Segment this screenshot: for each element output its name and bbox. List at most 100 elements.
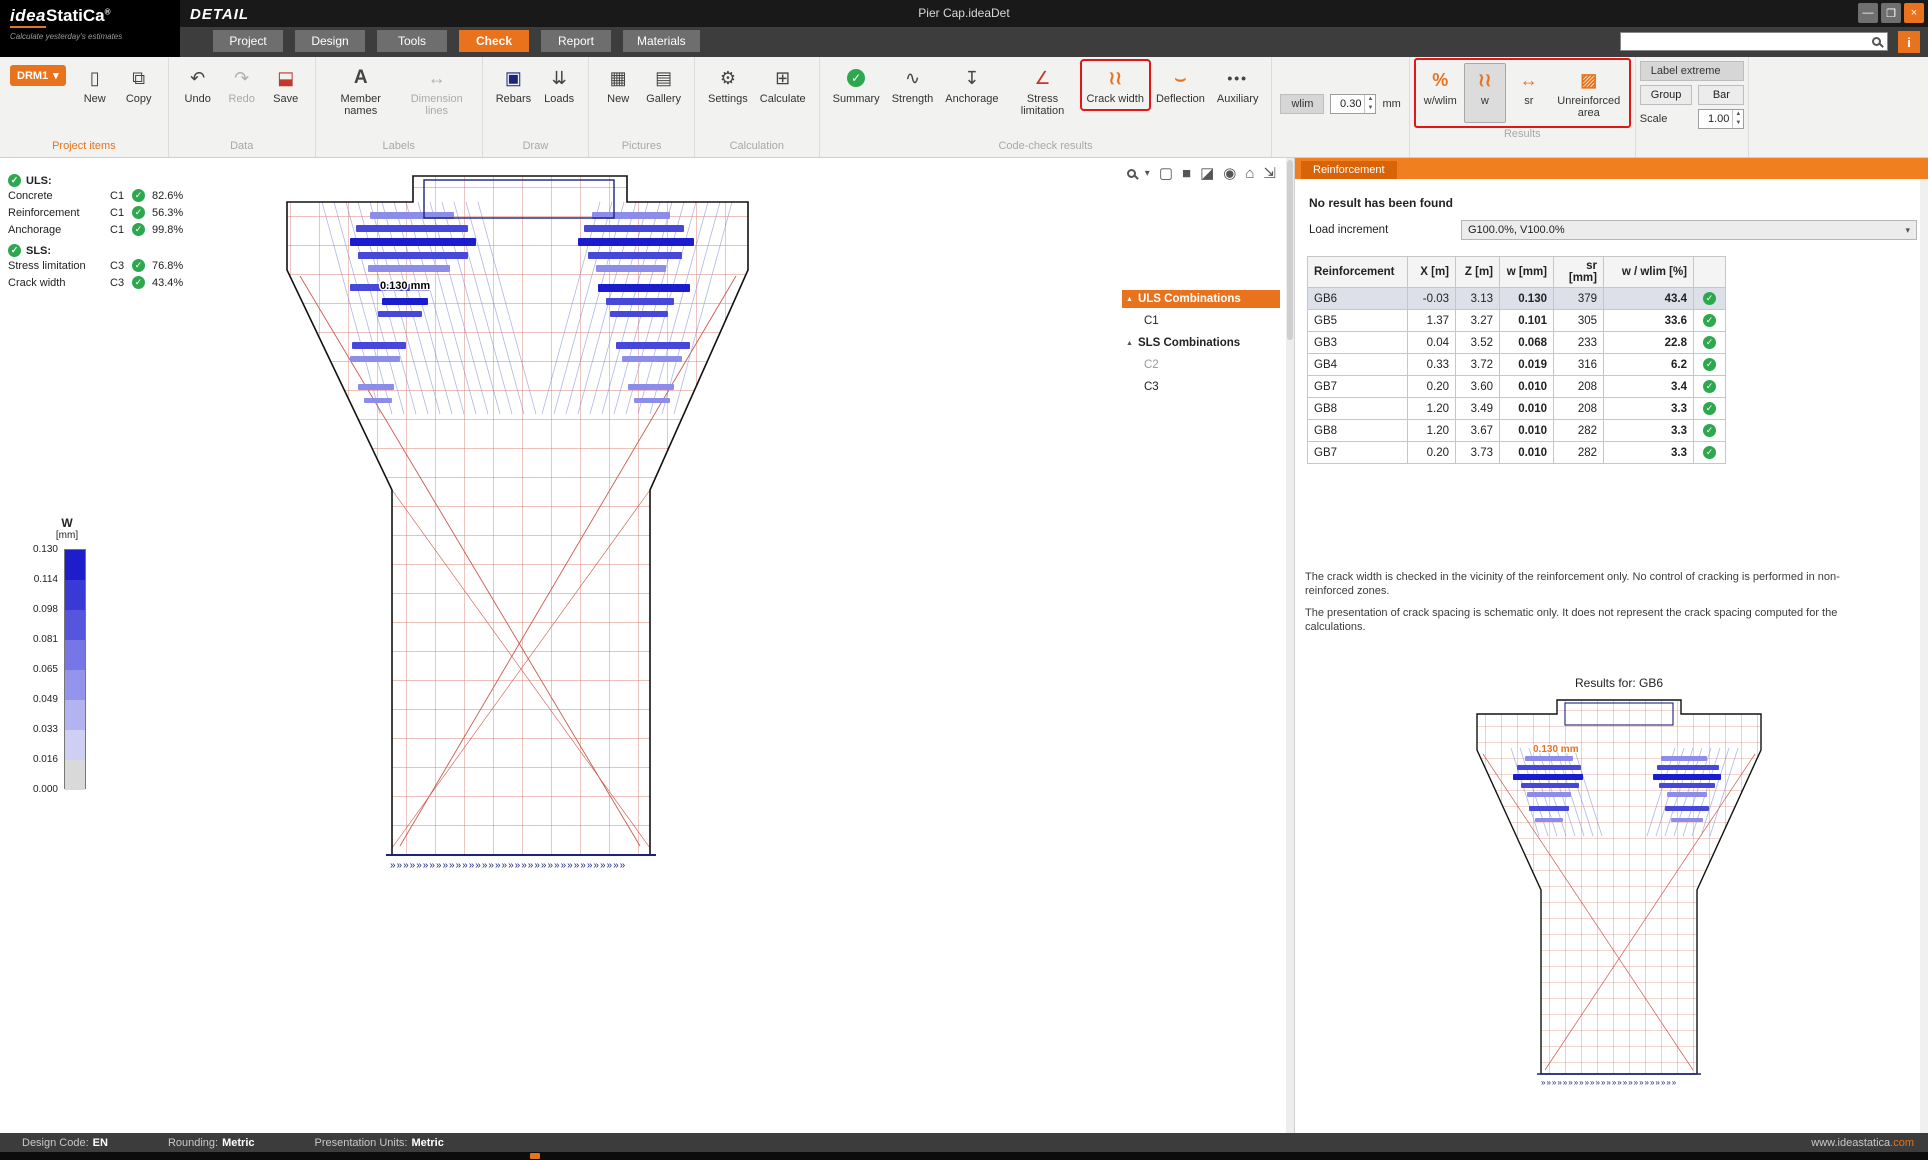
product-name: DETAIL <box>190 6 249 23</box>
deflection-button[interactable]: ⌣ Deflection <box>1151 61 1210 109</box>
sr-button[interactable]: ↔ sr <box>1508 63 1550 123</box>
stress-limitation-button[interactable]: ∠ Stress limitation <box>1006 61 1080 121</box>
result-detail-view[interactable]: »»»»»»»»»»»»»»»»»»»»»»»»» 0.130 mm <box>1469 694 1769 1107</box>
tab-materials[interactable]: Materials <box>623 30 700 52</box>
combinations-tree: ▲ULS Combinations C1 ▲SLS Combinations C2 C3 <box>1122 290 1280 400</box>
table-row[interactable]: GB81.203.670.0102823.3✓ <box>1308 420 1726 442</box>
load-increment-dropdown[interactable]: G100.0%, V100.0% ▾ <box>1461 220 1917 240</box>
rebars-button[interactable]: ▣ Rebars <box>491 61 536 109</box>
tree-item-c1[interactable]: C1 <box>1122 312 1280 330</box>
canvas-scrollbar[interactable] <box>1286 158 1294 1133</box>
window-title: Pier Cap.ideaDet <box>0 6 1928 20</box>
wlim-spinner[interactable]: 0.30 ▲ ▼ <box>1330 94 1376 114</box>
tree-item-sls-combinations[interactable]: ▲SLS Combinations <box>1122 334 1280 352</box>
new-picture-icon: ▦ <box>610 65 627 91</box>
chevron-down-icon: ▾ <box>1905 225 1910 236</box>
chevron-down-icon: ▾ <box>53 69 59 82</box>
crack-width-color-scale: W [mm] 0.1300.1140.0980.0810.0650.0490.0… <box>28 516 106 819</box>
redo-button[interactable]: ↷ Redo <box>221 61 263 109</box>
spin-down-icon[interactable]: ▼ <box>1733 119 1743 128</box>
restore-button[interactable]: ❐ <box>1881 3 1901 23</box>
undo-button[interactable]: ↶ Undo <box>177 61 219 109</box>
auxiliary-button[interactable]: ••• Auxiliary <box>1212 61 1264 109</box>
table-row[interactable]: GB81.203.490.0102083.3✓ <box>1308 398 1726 420</box>
group-draw: ▣ Rebars ⇊ Loads Draw <box>483 57 589 157</box>
member-names-button[interactable]: A Member names <box>324 61 398 121</box>
wireframe-view-icon[interactable]: ▢ <box>1159 164 1173 182</box>
dimension-lines-icon: ↔ <box>428 65 446 91</box>
pier-cap-drawing: »»»»»»»»»»»»»»»»»»»»»»»»»»»»»»»»»»»» 0.1… <box>0 158 1286 1133</box>
model-view[interactable]: »»»»»»»»»»»»»»»»»»»»»»»»»»»»»»»»»»»» 0.1… <box>0 158 1286 1133</box>
website-link[interactable]: www.ideastatica.com <box>1811 1137 1914 1149</box>
w-icon: ≀≀ <box>1478 67 1492 93</box>
table-row[interactable]: GB70.203.600.0102083.4✓ <box>1308 376 1726 398</box>
zoom-dropdown-chevron-icon[interactable]: ▾ <box>1145 168 1150 179</box>
minimize-button[interactable]: — <box>1858 3 1878 23</box>
thumbnail-crack-width-label: 0.130 mm <box>1533 744 1579 755</box>
group-results: % w/wlim ≀≀ w ↔ sr ▨ Unreinforced area R… <box>1410 57 1636 157</box>
spin-down-icon[interactable]: ▼ <box>1365 104 1375 113</box>
note-2: The presentation of crack spacing is sch… <box>1305 606 1871 634</box>
group-code-check-results: ✓ Summary ∿ Strength ↧ Anchorage ∠ Stres… <box>820 57 1273 157</box>
loads-button[interactable]: ⇊ Loads <box>538 61 580 109</box>
section-view-icon[interactable]: ◪ <box>1200 164 1214 182</box>
tree-item-c2[interactable]: C2 <box>1122 356 1280 374</box>
panel-scrollbar[interactable] <box>1920 179 1928 1133</box>
uls-title: ULS: <box>26 175 52 187</box>
anchorage-button[interactable]: ↧ Anchorage <box>940 61 1003 109</box>
app-logo: ideaStatiCa® Calculate yesterday's estim… <box>0 0 180 57</box>
tree-item-c3[interactable]: C3 <box>1122 378 1280 396</box>
crack-width-button[interactable]: ≀≀ Crack width <box>1082 61 1149 109</box>
tab-check[interactable]: Check <box>459 30 529 52</box>
shaded-view-icon[interactable]: ■ <box>1182 165 1191 182</box>
scale-spinner[interactable]: 1.00 ▲ ▼ <box>1698 109 1744 129</box>
gallery-icon: ▤ <box>655 65 672 91</box>
summary-button[interactable]: ✓ Summary <box>828 61 885 109</box>
fit-view-icon[interactable]: ⇲ <box>1263 164 1276 182</box>
calculate-button[interactable]: ⊞ Calculate <box>755 61 811 109</box>
drm-selector[interactable]: DRM1 ▾ <box>10 65 66 86</box>
search-input[interactable] <box>1621 34 1872 49</box>
sls-title: SLS: <box>26 245 51 257</box>
settings-button[interactable]: ⚙ Settings <box>703 61 753 109</box>
w-wlim-button[interactable]: % w/wlim <box>1419 63 1462 123</box>
table-row[interactable]: GB6-0.033.130.13037943.4✓ <box>1308 288 1726 310</box>
table-row[interactable]: GB70.203.730.0102823.3✓ <box>1308 442 1726 464</box>
visibility-icon[interactable]: ◉ <box>1223 164 1236 182</box>
close-button[interactable]: × <box>1904 3 1924 23</box>
results-panel: Reinforcement No result has been found L… <box>1294 158 1928 1133</box>
tab-tools[interactable]: Tools <box>377 30 447 52</box>
table-row[interactable]: GB40.333.720.0193166.2✓ <box>1308 354 1726 376</box>
label-extreme-group-button[interactable]: Group <box>1640 85 1693 105</box>
restore-icon: ❐ <box>1886 7 1896 20</box>
spin-up-icon[interactable]: ▲ <box>1733 110 1743 119</box>
w-button[interactable]: ≀≀ w <box>1464 63 1506 123</box>
tab-project[interactable]: Project <box>213 30 283 52</box>
save-button[interactable]: ⬓ Save <box>265 61 307 109</box>
gallery-button[interactable]: ▤ Gallery <box>641 61 686 109</box>
new-project-item-button[interactable]: ▯ New <box>74 61 116 109</box>
tree-item-uls-combinations[interactable]: ▲ULS Combinations <box>1122 290 1280 308</box>
scale-label: Scale <box>1640 113 1693 125</box>
table-row[interactable]: GB30.043.520.06823322.8✓ <box>1308 332 1726 354</box>
dimension-lines-button[interactable]: ↔ Dimension lines <box>400 61 474 121</box>
new-picture-button[interactable]: ▦ New <box>597 61 639 109</box>
tab-reinforcement[interactable]: Reinforcement <box>1301 161 1397 179</box>
copy-button[interactable]: ⧉ Copy <box>118 61 160 109</box>
group-wlim: wlim 0.30 ▲ ▼ mm <box>1272 57 1409 157</box>
home-view-icon[interactable]: ⌂ <box>1245 165 1254 182</box>
zoom-icon[interactable] <box>1127 169 1136 178</box>
wlim-chip: wlim <box>1280 94 1324 114</box>
info-button[interactable]: i <box>1898 31 1920 53</box>
tab-report[interactable]: Report <box>541 30 611 52</box>
close-icon: × <box>1911 7 1917 19</box>
strength-button[interactable]: ∿ Strength <box>887 61 939 109</box>
unreinforced-area-button[interactable]: ▨ Unreinforced area <box>1552 63 1626 123</box>
tab-design[interactable]: Design <box>295 30 365 52</box>
label-extreme-bar-button[interactable]: Bar <box>1698 85 1744 105</box>
svg-text:»»»»»»»»»»»»»»»»»»»»»»»»»: »»»»»»»»»»»»»»»»»»»»»»»»» <box>1541 1078 1677 1087</box>
table-row[interactable]: GB51.373.270.10130533.6✓ <box>1308 310 1726 332</box>
load-increment-label: Load increment <box>1309 224 1388 236</box>
spin-up-icon[interactable]: ▲ <box>1365 95 1375 104</box>
results-for-label: Results for: GB6 <box>1469 676 1769 690</box>
